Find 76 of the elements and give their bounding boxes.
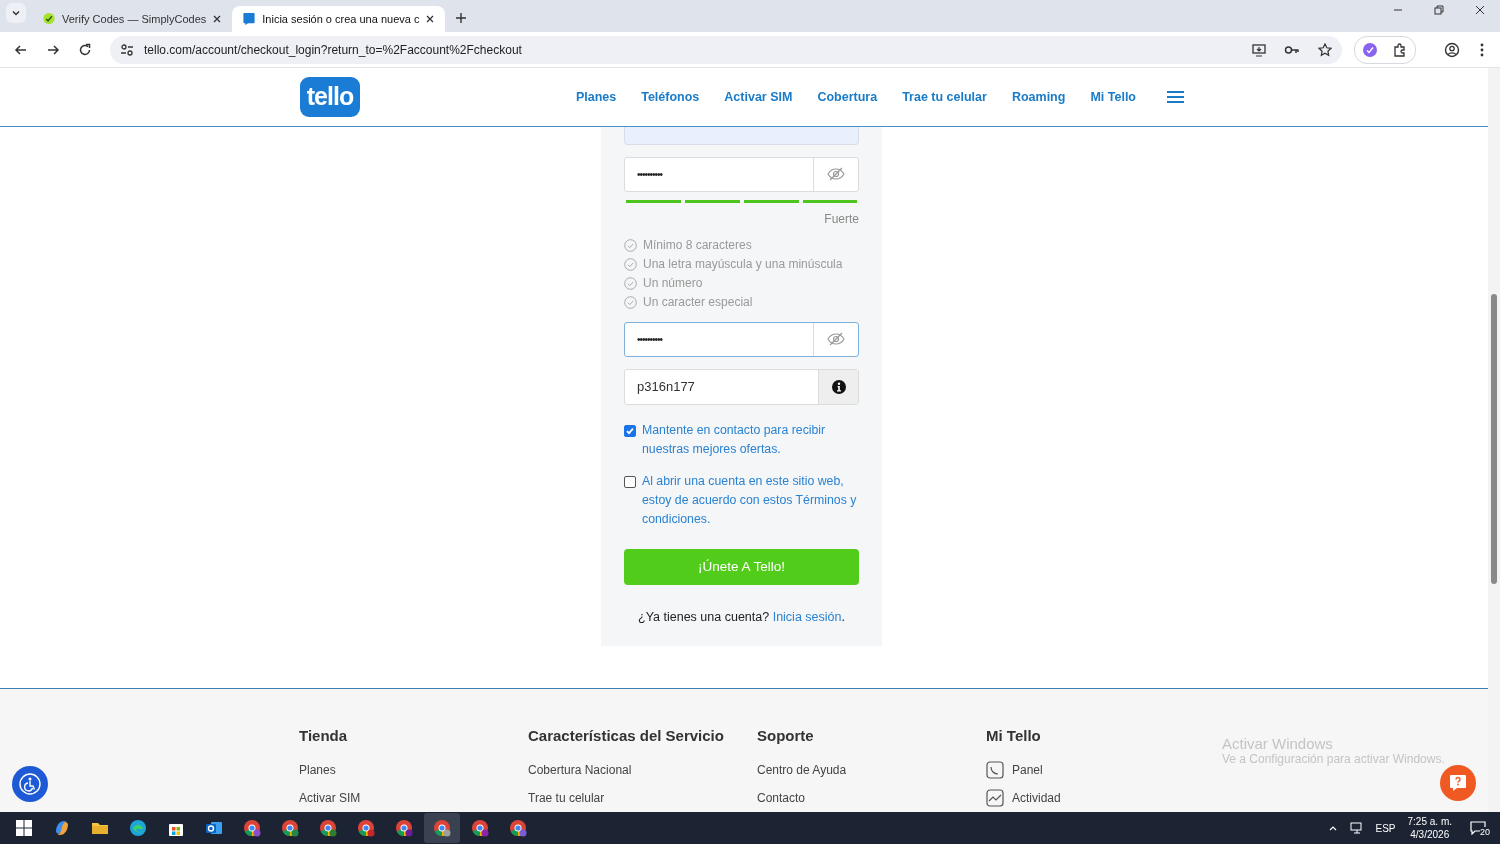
new-tab-icon[interactable] bbox=[455, 12, 468, 24]
nav-link[interactable]: Activar SIM bbox=[724, 89, 793, 104]
requirement-text: Un número bbox=[643, 276, 703, 291]
footer-heading: Tienda bbox=[299, 727, 349, 744]
puzzle-icon[interactable] bbox=[1393, 42, 1407, 57]
address-bar[interactable]: tello.com/account/checkout_login?return_to=%2Faccount%2Fcheckout bbox=[110, 35, 1342, 64]
checkbox-label[interactable]: Mantente en contacto para recibir nuestras mejores ofertas. bbox=[642, 420, 859, 459]
footer-link[interactable]: Actividad bbox=[1012, 791, 1061, 805]
password-field[interactable]: •••••••••• bbox=[624, 156, 859, 192]
reload-icon[interactable] bbox=[78, 42, 92, 57]
info-icon bbox=[831, 379, 846, 394]
nav-link[interactable]: Mi Tello bbox=[1090, 89, 1136, 104]
promo-code-field[interactable]: p316n177 bbox=[624, 368, 859, 405]
period-text: . bbox=[841, 609, 845, 624]
footer-heading: Mi Tello bbox=[986, 727, 1042, 744]
chart-icon bbox=[986, 789, 1004, 807]
nav-link[interactable]: Trae tu celular bbox=[902, 89, 987, 104]
restore-icon[interactable] bbox=[1434, 5, 1444, 15]
network-icon[interactable] bbox=[1349, 822, 1364, 834]
profile-icon[interactable] bbox=[1444, 41, 1460, 58]
nav-link[interactable]: Planes bbox=[575, 89, 617, 104]
tab-title: Inicia sesión o crea una nueva c bbox=[262, 13, 420, 25]
requirement-text: Un caracter especial bbox=[643, 295, 753, 310]
close-icon[interactable] bbox=[1475, 5, 1485, 15]
footer-link[interactable]: Contacto bbox=[757, 791, 806, 805]
accessibility-icon bbox=[19, 773, 41, 795]
checkbox-label[interactable]: Al abrir una cuenta en este sitio web, estoy de acuerdo con estos Términos y condiciones. bbox=[642, 471, 859, 529]
browser-icon[interactable] bbox=[424, 813, 460, 843]
tab-title: Verify Codes — SimplyCodes bbox=[62, 13, 207, 25]
star-icon[interactable] bbox=[1318, 42, 1332, 57]
tab-list-button[interactable] bbox=[6, 3, 26, 23]
footer-link[interactable]: Cobertura Nacional bbox=[528, 763, 632, 777]
phone-icon bbox=[986, 761, 1004, 779]
scrollbar[interactable] bbox=[1488, 68, 1500, 812]
nav-link[interactable]: Cobertura bbox=[817, 89, 878, 104]
clock-date[interactable]: 4/3/2026 bbox=[1407, 828, 1452, 841]
checkbox[interactable] bbox=[624, 424, 636, 437]
eye-slash-icon bbox=[827, 332, 845, 347]
notification-count: 20 bbox=[1480, 827, 1490, 837]
eye-slash-icon bbox=[827, 167, 845, 182]
footer-link[interactable]: Centro de Ayuda bbox=[757, 763, 847, 777]
notifications-button[interactable]: 20 bbox=[1470, 819, 1490, 837]
back-icon[interactable] bbox=[14, 42, 28, 57]
strength-label: Fuerte bbox=[823, 211, 859, 226]
footer-link[interactable]: Activar SIM bbox=[299, 791, 361, 805]
footer-link[interactable]: Planes bbox=[299, 763, 336, 777]
password-field[interactable]: •••••••••• bbox=[624, 321, 859, 357]
footer-link[interactable]: Panel bbox=[1012, 763, 1043, 777]
install-icon[interactable] bbox=[1252, 42, 1266, 57]
footer-heading: Soporte bbox=[757, 727, 815, 744]
browser-tab[interactable]: Verify Codes — SimplyCodes bbox=[32, 6, 233, 32]
requirement-text: Una letra mayúscula y una minúscula bbox=[643, 257, 843, 272]
question-bubble-icon bbox=[1448, 773, 1468, 793]
clock-time[interactable]: 7:25 a. m. bbox=[1407, 815, 1452, 828]
close-icon[interactable] bbox=[212, 14, 223, 24]
language-indicator[interactable]: ESP bbox=[1375, 822, 1396, 834]
close-icon[interactable] bbox=[425, 14, 436, 24]
chevron-down-icon bbox=[11, 8, 21, 18]
check-circle-icon bbox=[42, 12, 56, 26]
speech-bubble-icon bbox=[242, 12, 257, 26]
tello-logo[interactable]: tello bbox=[300, 76, 360, 117]
footer-heading: Características del Servicio bbox=[528, 727, 725, 744]
url-text: tello.com/account/checkout_login?return_to=%2Faccount%2Fcheckout bbox=[144, 42, 522, 57]
login-prompt-text: ¿Ya tienes una cuenta? bbox=[638, 609, 770, 624]
requirement-text: Mínimo 8 caracteres bbox=[643, 238, 752, 253]
footer-link[interactable]: Trae tu celular bbox=[528, 791, 605, 805]
nav-link[interactable]: Teléfonos bbox=[641, 89, 700, 104]
info-button[interactable] bbox=[818, 369, 858, 404]
checkbox[interactable] bbox=[624, 475, 636, 488]
menu-icon[interactable] bbox=[1167, 89, 1184, 104]
site-settings-icon[interactable] bbox=[120, 42, 134, 57]
browser-tab[interactable]: Inicia sesión o crea una nueva c bbox=[232, 6, 446, 32]
extension-badge-icon[interactable] bbox=[1363, 42, 1377, 57]
more-icon[interactable] bbox=[1480, 42, 1484, 57]
forward-icon[interactable] bbox=[46, 42, 60, 57]
nav-link[interactable]: Roaming bbox=[1011, 89, 1066, 104]
